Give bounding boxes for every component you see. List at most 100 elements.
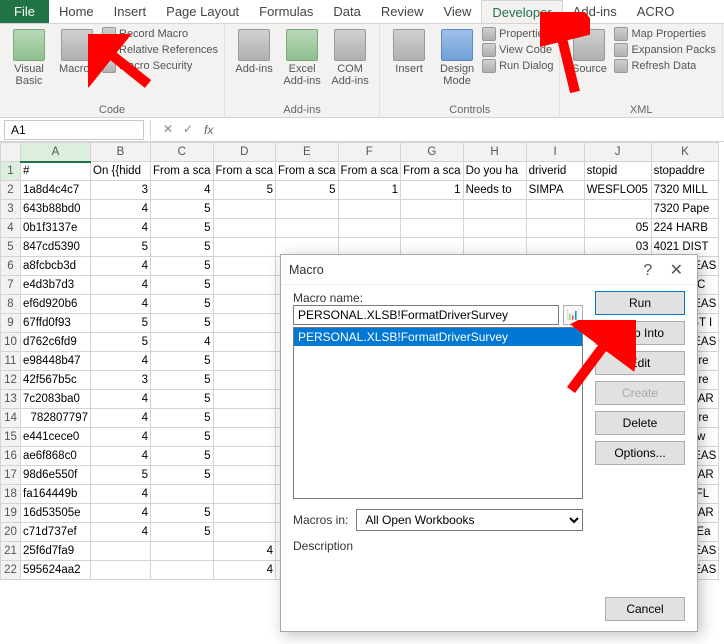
tab-view[interactable]: View [433, 0, 481, 23]
cell[interactable]: 847cd5390 [21, 238, 91, 257]
cell[interactable]: driverid [526, 162, 584, 181]
row-header[interactable]: 14 [1, 409, 21, 428]
tab-page-layout[interactable]: Page Layout [156, 0, 249, 23]
cell[interactable]: 3 [91, 181, 151, 200]
cell[interactable]: ae6f868c0 [21, 447, 91, 466]
cell[interactable]: 4 [91, 504, 151, 523]
cell[interactable]: a8fcbcb3d [21, 257, 91, 276]
cell[interactable]: 5 [151, 200, 214, 219]
cell[interactable] [213, 200, 276, 219]
cell[interactable] [463, 219, 526, 238]
col-header[interactable]: C [151, 143, 214, 162]
cell[interactable]: 4 [91, 390, 151, 409]
cell[interactable] [213, 295, 276, 314]
cell[interactable] [584, 200, 651, 219]
cell[interactable]: 5 [151, 238, 214, 257]
cell[interactable] [91, 542, 151, 561]
cell[interactable]: On {{hidd [91, 162, 151, 181]
cell[interactable] [213, 238, 276, 257]
cell[interactable] [213, 447, 276, 466]
row-header[interactable]: 9 [1, 314, 21, 333]
cell[interactable] [526, 219, 584, 238]
step-into-button[interactable]: Step Into [595, 321, 685, 345]
col-header[interactable]: A [21, 143, 91, 162]
cell[interactable]: 5 [151, 295, 214, 314]
cell[interactable]: 4 [213, 561, 276, 580]
insert-button[interactable]: Insert [386, 27, 432, 104]
cell[interactable] [151, 561, 214, 580]
cell[interactable]: e441cece0 [21, 428, 91, 447]
cell[interactable]: e98448b47 [21, 352, 91, 371]
cell[interactable]: 4 [91, 219, 151, 238]
cell[interactable]: 7c2083ba0 [21, 390, 91, 409]
cell[interactable]: 4 [91, 295, 151, 314]
macros-in-select[interactable]: All Open Workbooks [356, 509, 583, 531]
fbar-enter-icon[interactable]: ✓ [178, 122, 198, 137]
tab-file[interactable]: File [0, 0, 49, 23]
row-header[interactable]: 6 [1, 257, 21, 276]
cell[interactable]: 4 [91, 200, 151, 219]
cell[interactable] [526, 200, 584, 219]
col-header[interactable]: B [91, 143, 151, 162]
tab-review[interactable]: Review [371, 0, 434, 23]
tab-acro[interactable]: ACRO [627, 0, 685, 23]
cell[interactable] [213, 485, 276, 504]
cell[interactable]: 5 [151, 371, 214, 390]
tab-developer[interactable]: Developer [481, 0, 562, 23]
cell[interactable]: 7320 MILL [651, 181, 719, 200]
row-header[interactable]: 4 [1, 219, 21, 238]
cell[interactable]: 4 [91, 428, 151, 447]
run-dialog-button[interactable]: Run Dialog [482, 59, 553, 73]
row-header[interactable]: 5 [1, 238, 21, 257]
help-icon[interactable]: ? [635, 262, 660, 279]
cell[interactable]: 5 [91, 238, 151, 257]
row-header[interactable]: 22 [1, 561, 21, 580]
cell[interactable]: Do you ha [463, 162, 526, 181]
excel-addins-button[interactable]: Excel Add-ins [279, 27, 325, 104]
row-header[interactable]: 20 [1, 523, 21, 542]
cell[interactable]: 1a8d4c4c7 [21, 181, 91, 200]
refresh-data-button[interactable]: Refresh Data [614, 59, 715, 73]
cell[interactable] [213, 276, 276, 295]
row-header[interactable]: 10 [1, 333, 21, 352]
cell[interactable]: 3 [91, 371, 151, 390]
macro-security-button[interactable]: Macro Security [102, 59, 218, 73]
cell[interactable]: # [21, 162, 91, 181]
cell[interactable] [151, 542, 214, 561]
cell[interactable] [213, 466, 276, 485]
row-header[interactable]: 11 [1, 352, 21, 371]
fbar-cancel-icon[interactable]: ✕ [158, 122, 178, 137]
row-header[interactable]: 15 [1, 428, 21, 447]
cell[interactable]: 5 [151, 314, 214, 333]
cell[interactable] [338, 200, 401, 219]
visual-basic-button[interactable]: Visual Basic [6, 27, 52, 104]
cell[interactable]: 4 [91, 257, 151, 276]
row-header[interactable]: 21 [1, 542, 21, 561]
macro-list[interactable]: PERSONAL.XLSB!FormatDriverSurvey [293, 327, 583, 499]
cell[interactable] [213, 371, 276, 390]
row-header[interactable]: 2 [1, 181, 21, 200]
col-header[interactable]: J [584, 143, 651, 162]
cell[interactable] [213, 428, 276, 447]
cell[interactable]: 05 [584, 219, 651, 238]
cell[interactable]: ef6d920b6 [21, 295, 91, 314]
cell[interactable]: From a sca [151, 162, 214, 181]
relative-references-button[interactable]: Relative References [102, 43, 218, 57]
options-button[interactable]: Options... [595, 441, 685, 465]
cell[interactable]: From a sca [338, 162, 401, 181]
cell[interactable]: 16d53505e [21, 504, 91, 523]
cell[interactable]: 1 [401, 181, 464, 200]
cell[interactable]: 4 [91, 485, 151, 504]
col-header[interactable]: I [526, 143, 584, 162]
source-button[interactable]: Source [566, 27, 612, 104]
cell[interactable] [338, 219, 401, 238]
edit-button[interactable]: Edit [595, 351, 685, 375]
cell[interactable]: 4 [91, 352, 151, 371]
macro-list-item[interactable]: PERSONAL.XLSB!FormatDriverSurvey [294, 328, 582, 346]
cell[interactable]: 782807797 [21, 409, 91, 428]
row-header[interactable]: 7 [1, 276, 21, 295]
cell[interactable]: 5 [151, 257, 214, 276]
cell[interactable]: 5 [151, 466, 214, 485]
macros-button[interactable]: Macros [54, 27, 100, 104]
properties-button[interactable]: Properties [482, 27, 553, 41]
